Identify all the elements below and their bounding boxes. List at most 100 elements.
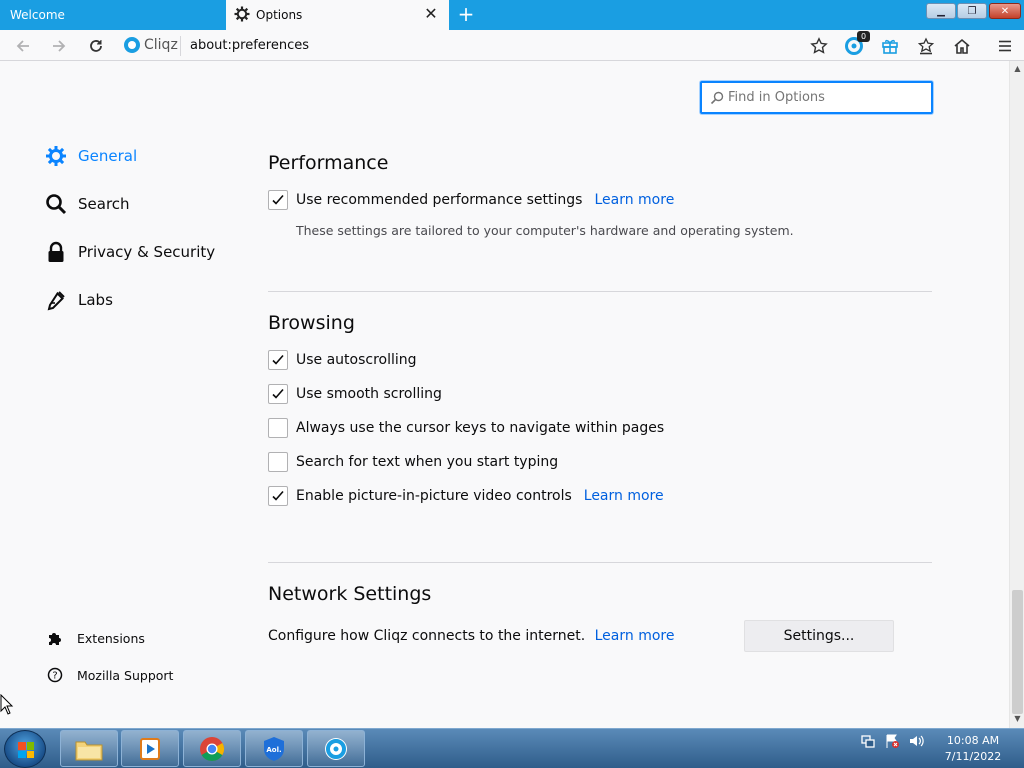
menu-button[interactable] <box>994 35 1016 57</box>
option-label: Use autoscrolling <box>296 352 417 368</box>
new-tab-button[interactable]: + <box>455 4 477 26</box>
aol-shield-icon: Aol. <box>264 736 284 761</box>
cursor-keys-checkbox[interactable] <box>268 418 288 438</box>
option-label: Search for text when you start typing <box>296 454 559 470</box>
performance-heading: Performance <box>268 152 389 174</box>
learn-more-link[interactable]: Learn more <box>594 192 674 208</box>
learn-more-link[interactable]: Learn more <box>584 488 664 504</box>
chrome-icon <box>200 736 225 761</box>
find-in-options-input[interactable] <box>728 90 918 105</box>
download-tray-icon <box>917 37 935 55</box>
performance-description: These settings are tailored to your comp… <box>296 223 794 238</box>
bookmark-star-button[interactable] <box>808 35 830 57</box>
taskbar-file-explorer[interactable] <box>60 730 118 767</box>
tab-welcome[interactable]: Welcome <box>0 0 226 30</box>
sidebar-item-labs[interactable]: Labs <box>45 289 113 311</box>
sidebar-item-label: Search <box>78 195 130 213</box>
recommended-performance-checkbox[interactable] <box>268 190 288 210</box>
brand-label: Cliqz <box>144 37 178 53</box>
clock-date: 7/11/2022 <box>944 750 1002 763</box>
url-divider <box>180 36 181 56</box>
extension-badge: 0 <box>857 31 870 42</box>
checkmark-icon <box>272 490 284 501</box>
search-icon <box>45 193 67 215</box>
learn-more-link[interactable]: Learn more <box>595 628 675 644</box>
tab-options[interactable]: Options ✕ <box>226 0 449 30</box>
network-settings-button[interactable]: Settings... <box>744 620 894 652</box>
tab-options-label: Options <box>256 8 303 22</box>
picture-in-picture-option[interactable]: Enable picture-in-picture video controls… <box>268 486 664 506</box>
gift-icon <box>882 39 898 54</box>
url-bar[interactable]: about:preferences <box>190 38 309 53</box>
reload-icon <box>90 40 102 52</box>
taskbar-media-player[interactable] <box>121 730 179 767</box>
maximize-button[interactable]: ❐ <box>957 3 987 19</box>
preferences-page: General Search Privacy & Security Labs E… <box>0 61 1009 728</box>
option-label: Use smooth scrolling <box>296 386 442 402</box>
option-label: Always use the cursor keys to navigate w… <box>296 420 665 436</box>
hamburger-menu-icon <box>999 40 1011 52</box>
smooth-scrolling-option[interactable]: Use smooth scrolling <box>268 384 442 404</box>
cliqz-icon <box>325 737 347 760</box>
close-window-button[interactable]: ✕ <box>989 3 1021 19</box>
scrollbar-thumb[interactable] <box>1012 590 1023 714</box>
picture-in-picture-checkbox[interactable] <box>268 486 288 506</box>
cursor-keys-option[interactable]: Always use the cursor keys to navigate w… <box>268 418 664 438</box>
taskbar-chrome[interactable] <box>183 730 241 767</box>
taskbar-cliqz[interactable] <box>307 730 365 767</box>
sidebar-mozilla-support-link[interactable]: ? Mozilla Support <box>47 667 173 683</box>
clock-time: 10:08 AM <box>946 734 1000 747</box>
search-when-typing-checkbox[interactable] <box>268 452 288 472</box>
network-description-row: Configure how Cliqz connects to the inte… <box>268 628 674 644</box>
close-tab-icon[interactable]: ✕ <box>423 6 439 22</box>
sidebar-extensions-link[interactable]: Extensions <box>47 630 145 646</box>
sidebar-item-label: Labs <box>78 291 113 309</box>
option-label: Enable picture-in-picture video controls <box>296 488 572 504</box>
cliqz-brand[interactable]: Cliqz <box>124 37 178 53</box>
vertical-scrollbar[interactable]: ▲ ▼ <box>1009 61 1024 728</box>
network-icon[interactable] <box>860 733 876 749</box>
autoscrolling-checkbox[interactable] <box>268 350 288 370</box>
star-icon <box>810 37 828 54</box>
recommended-performance-option[interactable]: Use recommended performance settings Lea… <box>268 190 674 210</box>
reload-button[interactable] <box>85 35 107 57</box>
back-button[interactable] <box>12 35 34 57</box>
sidebar-footer-label: Extensions <box>77 630 145 646</box>
lock-icon <box>45 241 67 263</box>
folder-icon <box>75 741 103 760</box>
sidebar-item-privacy-security[interactable]: Privacy & Security <box>45 241 215 263</box>
checkmark-icon <box>272 194 284 205</box>
smooth-scrolling-checkbox[interactable] <box>268 384 288 404</box>
taskbar-clock[interactable]: 10:08 AM 7/11/2022 <box>940 733 1006 765</box>
sidebar-item-general[interactable]: General <box>45 145 137 167</box>
gift-button[interactable] <box>879 35 901 57</box>
sidebar-footer-label: Mozilla Support <box>77 667 174 683</box>
scroll-up-arrow-icon[interactable]: ▲ <box>1012 64 1023 75</box>
minimize-button[interactable]: ▁ <box>926 3 956 19</box>
scroll-down-arrow-icon[interactable]: ▼ <box>1012 714 1023 725</box>
autoscrolling-option[interactable]: Use autoscrolling <box>268 350 417 370</box>
gear-icon <box>234 6 250 25</box>
search-when-typing-option[interactable]: Search for text when you start typing <box>268 452 558 472</box>
taskbar-aol-shield[interactable]: Aol. <box>245 730 303 767</box>
svg-text:Aol.: Aol. <box>266 746 281 754</box>
tab-bar: Welcome Options ✕ + ▁ ❐ ✕ <box>0 0 1024 30</box>
action-center-flag-icon[interactable] <box>884 733 900 749</box>
start-button[interactable] <box>4 730 46 768</box>
home-button[interactable] <box>951 35 973 57</box>
media-player-icon <box>140 737 160 760</box>
downloads-button[interactable] <box>915 35 937 57</box>
sidebar-item-search[interactable]: Search <box>45 193 130 215</box>
option-label: Use recommended performance settings <box>296 192 583 208</box>
pipette-icon <box>45 289 67 311</box>
cliqz-logo-icon <box>124 37 140 53</box>
forward-button[interactable] <box>48 35 70 57</box>
puzzle-icon <box>47 630 63 646</box>
system-tray <box>860 733 924 749</box>
forward-arrow-icon <box>53 40 66 52</box>
gear-icon <box>45 145 67 167</box>
svg-text:?: ? <box>52 671 57 682</box>
volume-icon[interactable] <box>908 733 924 749</box>
windows-logo-icon <box>18 742 34 758</box>
find-in-options-box[interactable] <box>700 81 933 114</box>
